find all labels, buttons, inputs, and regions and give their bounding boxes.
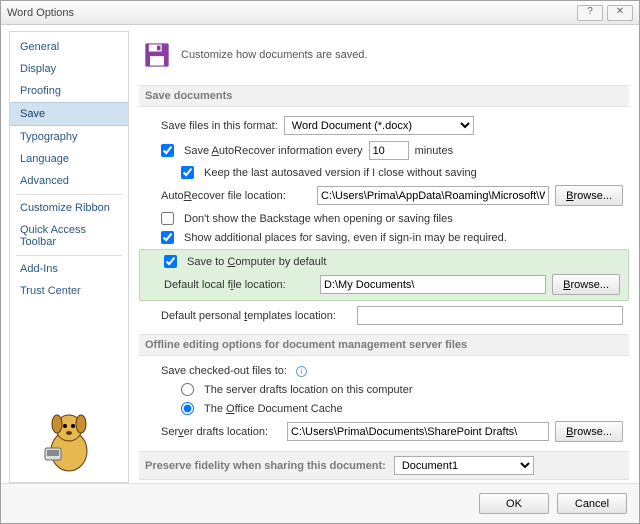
cancel-button[interactable]: Cancel (557, 493, 627, 514)
browse-server-button[interactable]: Browse... (555, 421, 623, 442)
ar-location-label: AutoRecover file location: (161, 190, 311, 202)
preserve-label: Preserve fidelity when sharing this docu… (145, 460, 386, 472)
format-label: Save files in this format: (161, 120, 278, 132)
sidebar-item-advanced[interactable]: Advanced (10, 170, 128, 192)
save-icon (143, 41, 171, 69)
checked-out-label: Save checked-out files to: (161, 365, 287, 377)
server-drafts-input[interactable] (287, 422, 549, 441)
window-title: Word Options (7, 7, 573, 19)
radio-server-drafts[interactable] (181, 383, 194, 396)
dialog-footer: OK Cancel (1, 483, 639, 523)
sidebar-item-save[interactable]: Save (10, 102, 128, 126)
sidebar-item-qat[interactable]: Quick Access Toolbar (10, 219, 128, 253)
server-drafts-label: Server drafts location: (161, 426, 281, 438)
sidebar-item-proofing[interactable]: Proofing (10, 80, 128, 102)
keep-last-label: Keep the last autosaved version if I clo… (204, 167, 477, 179)
sidebar-item-display[interactable]: Display (10, 58, 128, 80)
group-save-documents: Save documents (139, 85, 629, 107)
radio-cache-label: The Office Document Cache (204, 403, 343, 415)
autorecover-label: Save AutoRecover information every (184, 145, 363, 157)
info-icon: i (296, 366, 307, 377)
sidebar-item-typography[interactable]: Typography (10, 126, 128, 148)
additional-places-label: Show additional places for saving, even … (184, 232, 507, 244)
autorecover-checkbox[interactable] (161, 144, 174, 157)
sidebar-item-trust-center[interactable]: Trust Center (10, 280, 128, 302)
browse-ar-button[interactable]: Browse... (555, 185, 623, 206)
close-button[interactable]: ✕ (607, 5, 633, 21)
templates-label: Default personal templates location: (161, 310, 351, 322)
word-options-dialog: Word Options ? ✕ General Display Proofin… (0, 0, 640, 524)
category-sidebar: General Display Proofing Save Typography… (9, 31, 129, 483)
additional-places-checkbox[interactable] (161, 231, 174, 244)
format-select[interactable]: Word Document (*.docx) (284, 116, 474, 135)
group-offline: Offline editing options for document man… (139, 334, 629, 356)
mascot-image (10, 400, 128, 482)
sidebar-item-customize-ribbon[interactable]: Customize Ribbon (10, 197, 128, 219)
help-button[interactable]: ? (577, 5, 603, 21)
autorecover-minutes[interactable] (369, 141, 409, 160)
radio-office-cache[interactable] (181, 402, 194, 415)
content-panel: Customize how documents are saved. Save … (137, 31, 631, 483)
keep-last-checkbox[interactable] (181, 166, 194, 179)
highlighted-section: Save to Computer by default Default loca… (139, 249, 629, 301)
page-header-text: Customize how documents are saved. (181, 49, 367, 61)
preserve-doc-select[interactable]: Document1 (394, 456, 534, 475)
ok-button[interactable]: OK (479, 493, 549, 514)
backstage-checkbox[interactable] (161, 212, 174, 225)
ar-location-input[interactable] (317, 186, 549, 205)
browse-local-button[interactable]: Browse... (552, 274, 620, 295)
sidebar-item-general[interactable]: General (10, 36, 128, 58)
group-preserve: Preserve fidelity when sharing this docu… (139, 451, 629, 480)
titlebar: Word Options ? ✕ (1, 1, 639, 25)
local-location-label: Default local file location: (164, 279, 314, 291)
templates-input[interactable] (357, 306, 623, 325)
page-header: Customize how documents are saved. (139, 35, 629, 79)
local-location-input[interactable] (320, 275, 546, 294)
sidebar-item-language[interactable]: Language (10, 148, 128, 170)
minutes-label: minutes (415, 145, 454, 157)
backstage-label: Don't show the Backstage when opening or… (184, 213, 453, 225)
save-computer-checkbox[interactable] (164, 255, 177, 268)
radio-server-label: The server drafts location on this compu… (204, 384, 412, 396)
save-computer-label: Save to Computer by default (187, 256, 326, 268)
sidebar-item-addins[interactable]: Add-Ins (10, 258, 128, 280)
